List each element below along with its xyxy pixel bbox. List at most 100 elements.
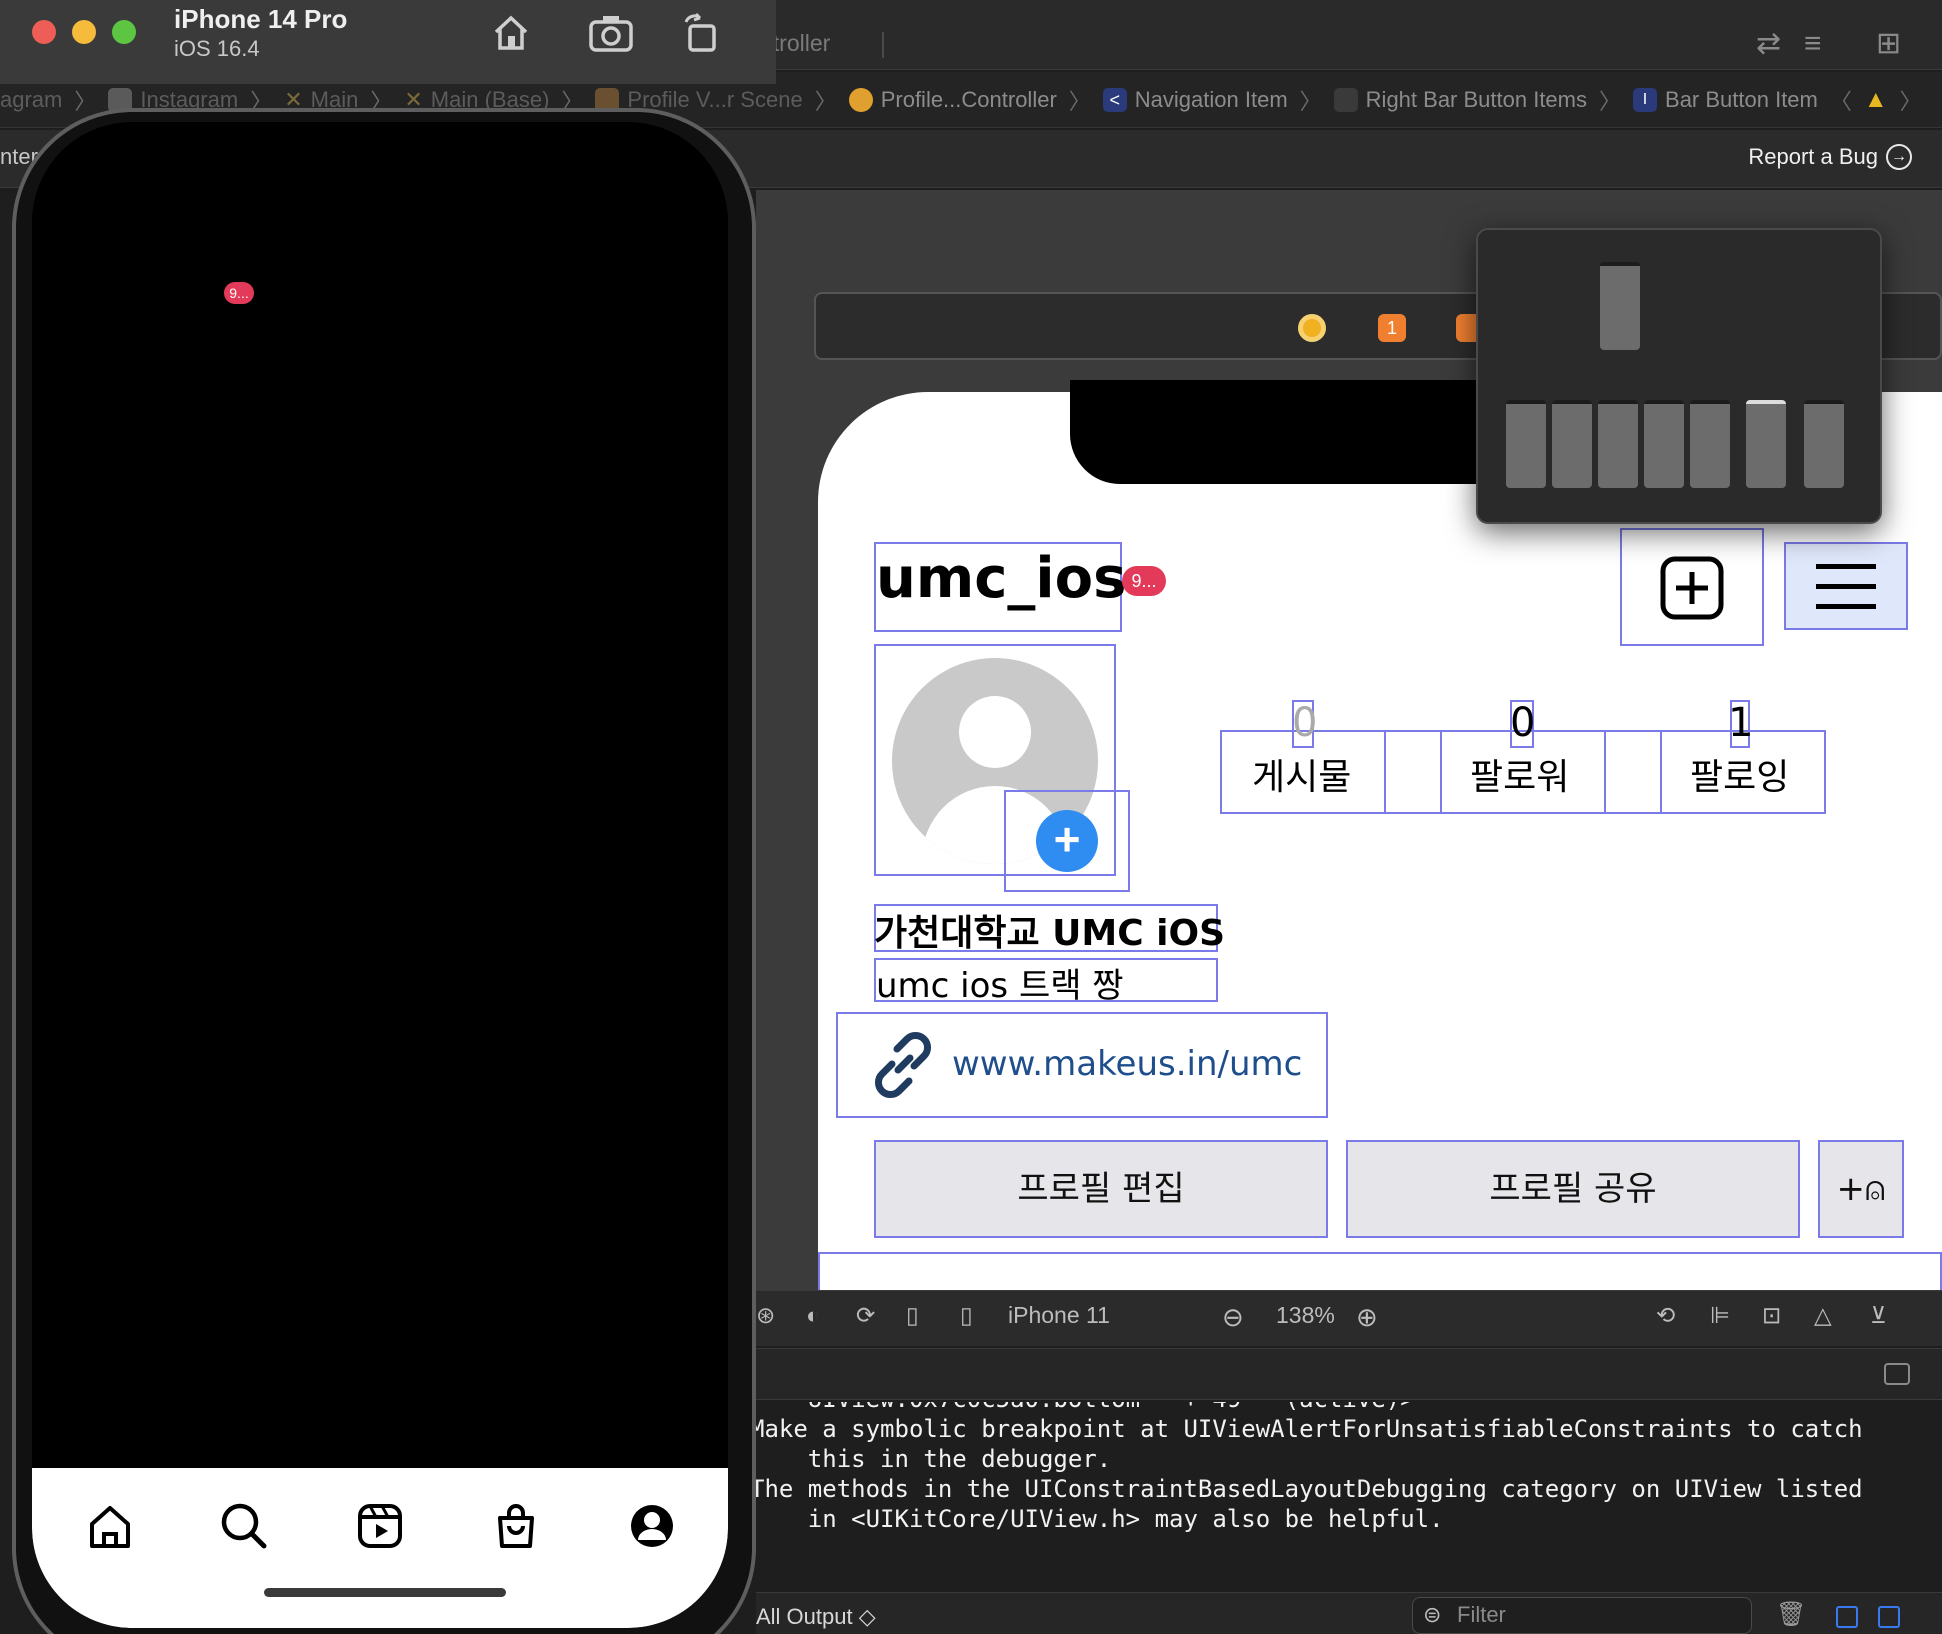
plus-circle-icon[interactable]: + — [1036, 810, 1098, 872]
embed-in-icon[interactable]: ⊻ — [1870, 1302, 1887, 1329]
device-size-option[interactable] — [1690, 400, 1730, 488]
accessibility-icon[interactable]: ⊛ — [756, 1302, 775, 1329]
list-lines-icon[interactable]: ≡ — [1804, 28, 1822, 60]
swap-icon[interactable]: ⇄ — [1756, 28, 1781, 60]
following-label: 팔로잉 — [1690, 757, 1790, 798]
device-size-popover — [1476, 228, 1882, 524]
posts-count: 0 — [1292, 700, 1318, 746]
profile-link[interactable]: www.makeus.in/umc — [952, 1044, 1302, 1084]
orientation-icon[interactable]: ⟳ — [856, 1302, 875, 1329]
canvas-device-selector[interactable]: iPhone 11 — [1008, 1302, 1110, 1329]
debug-area-header — [756, 1348, 1942, 1400]
console-view-icon[interactable] — [1878, 1606, 1900, 1628]
rotate-device-icon[interactable] — [680, 12, 722, 54]
name-label: 가천대학교 UMC iOS — [874, 913, 1226, 954]
device-size-option[interactable] — [1506, 400, 1546, 488]
view-controller-icon[interactable] — [1298, 314, 1326, 342]
warning-icon[interactable]: ▲ — [1864, 86, 1888, 114]
simulator-os-version: iOS 16.4 — [174, 36, 260, 61]
breadcrumb-item[interactable]: Right Bar Button Items — [1333, 87, 1587, 113]
breadcrumb-item[interactable]: I Bar Button Item — [1633, 87, 1818, 113]
bar-items-icon — [1333, 87, 1358, 112]
output-filter-selector[interactable]: All Output ◇ — [756, 1604, 876, 1630]
breadcrumb-item[interactable]: < Navigation Item — [1102, 87, 1288, 113]
search-tab-icon[interactable] — [214, 1496, 274, 1556]
chevron-right-icon: 〉 — [74, 88, 97, 114]
shop-tab-icon[interactable] — [486, 1496, 546, 1556]
first-responder-icon[interactable]: 1 — [1378, 314, 1406, 342]
profile-tab-icon[interactable] — [622, 1496, 682, 1556]
home-indicator — [264, 1588, 506, 1597]
simulator-device-name: iPhone 14 Pro — [174, 4, 348, 34]
link-chain-icon — [875, 1032, 931, 1098]
toolbar-divider — [882, 32, 884, 58]
username-label: umc_ios — [876, 546, 1127, 611]
console-line: Make a symbolic breakpoint at UIViewAler… — [756, 1415, 1863, 1443]
hamburger-menu-icon[interactable] — [1816, 562, 1876, 612]
console-line: UIView:0x7c0c5a0.bottom + 49 (active)> — [756, 1402, 1942, 1414]
chevron-right-icon: 〉 — [1299, 88, 1322, 114]
followers-label: 팔로워 — [1470, 757, 1570, 798]
device-size-option-selected[interactable] — [1746, 400, 1786, 488]
hide-debug-area-icon[interactable] — [1884, 1363, 1910, 1385]
minimize-window-button[interactable] — [72, 20, 96, 44]
filter-placeholder: Filter — [1457, 1602, 1506, 1627]
zoom-window-button[interactable] — [112, 20, 136, 44]
navigation-item-icon: < — [1102, 87, 1127, 112]
console-output[interactable]: UIView:0x7c0c5a0.bottom + 49 (active)>Ma… — [756, 1402, 1942, 1592]
edit-profile-button[interactable]: 프로필 편집 — [874, 1140, 1328, 1238]
bar-button-item-icon: I — [1633, 87, 1658, 112]
notification-badge: 9... — [224, 282, 254, 304]
following-count: 1 — [1728, 700, 1754, 746]
ipad-size-option[interactable] — [1600, 262, 1640, 350]
tab-bar — [32, 1468, 728, 1628]
update-frames-icon[interactable]: ⟲ — [1656, 1302, 1675, 1329]
breadcrumb-item[interactable]: Profile...Controller — [848, 87, 1057, 113]
chevron-left-icon[interactable]: 〈 — [1830, 84, 1852, 116]
home-button-icon[interactable] — [490, 12, 532, 54]
bio-label: umc ios 트랙 짱 — [876, 966, 1124, 1006]
followers-count: 0 — [1510, 700, 1536, 746]
device-size-option[interactable] — [1804, 400, 1844, 488]
breadcrumb-item[interactable]: agram — [0, 87, 62, 113]
device-icon[interactable]: ▯ — [960, 1302, 973, 1329]
trash-icon[interactable]: 🗑 — [1776, 1600, 1806, 1629]
align-icon[interactable]: ⊫ — [1710, 1302, 1730, 1329]
console-line: in <UIKitCore/UIView.h> may also be help… — [756, 1505, 1444, 1533]
console-line: The methods in the UIConstraintBasedLayo… — [756, 1475, 1863, 1503]
add-person-icon: +⍝ — [1836, 1169, 1886, 1209]
appearance-icon[interactable]: ◐ — [806, 1302, 820, 1329]
resolve-issues-icon[interactable]: △ — [1814, 1302, 1832, 1329]
device-size-option[interactable] — [1644, 400, 1684, 488]
collection-view-outline — [818, 1252, 1942, 1292]
report-bug-button[interactable]: Report a Bug → — [1748, 144, 1912, 170]
device-size-option[interactable] — [1598, 400, 1638, 488]
zoom-out-icon[interactable]: ⊖ — [1222, 1302, 1244, 1333]
filter-icon: ⊜ — [1423, 1602, 1442, 1627]
avatar-head — [959, 696, 1031, 768]
plus-square-icon[interactable] — [1660, 556, 1724, 620]
reels-tab-icon[interactable] — [350, 1496, 410, 1556]
simulator-screen[interactable]: 9... — [32, 122, 728, 1628]
chevron-right-icon[interactable]: 〉 — [1900, 84, 1922, 116]
zoom-in-icon[interactable]: ⊕ — [1356, 1302, 1378, 1333]
screen-root: ntroller ⇄ ≡ ⊞ agram 〉 Instagram 〉 ✕ Main 〉 … — [0, 0, 1942, 1634]
chevron-right-icon: 〉 — [1599, 88, 1622, 114]
home-tab-icon[interactable] — [80, 1496, 140, 1556]
debug-area-footer — [756, 1592, 1942, 1634]
posts-label: 게시물 — [1252, 757, 1352, 798]
screenshot-camera-icon[interactable] — [588, 12, 634, 54]
view-controller-icon — [848, 87, 873, 112]
console-filter-field[interactable]: ⊜ Filter — [1412, 1597, 1752, 1634]
share-profile-button[interactable]: 프로필 공유 — [1346, 1140, 1800, 1238]
chevron-right-icon: 〉 — [814, 88, 837, 114]
zoom-level[interactable]: 138% — [1276, 1302, 1335, 1329]
add-editor-icon[interactable]: ⊞ — [1876, 28, 1901, 60]
close-window-button[interactable] — [32, 20, 56, 44]
add-friend-button[interactable]: +⍝ — [1818, 1140, 1904, 1238]
notification-badge: 9... — [1122, 566, 1166, 596]
device-size-option[interactable] — [1552, 400, 1592, 488]
split-view-icon[interactable]: ▯ — [906, 1302, 919, 1329]
variables-view-icon[interactable] — [1836, 1606, 1858, 1628]
add-constraints-icon[interactable]: ⊡ — [1762, 1302, 1781, 1329]
